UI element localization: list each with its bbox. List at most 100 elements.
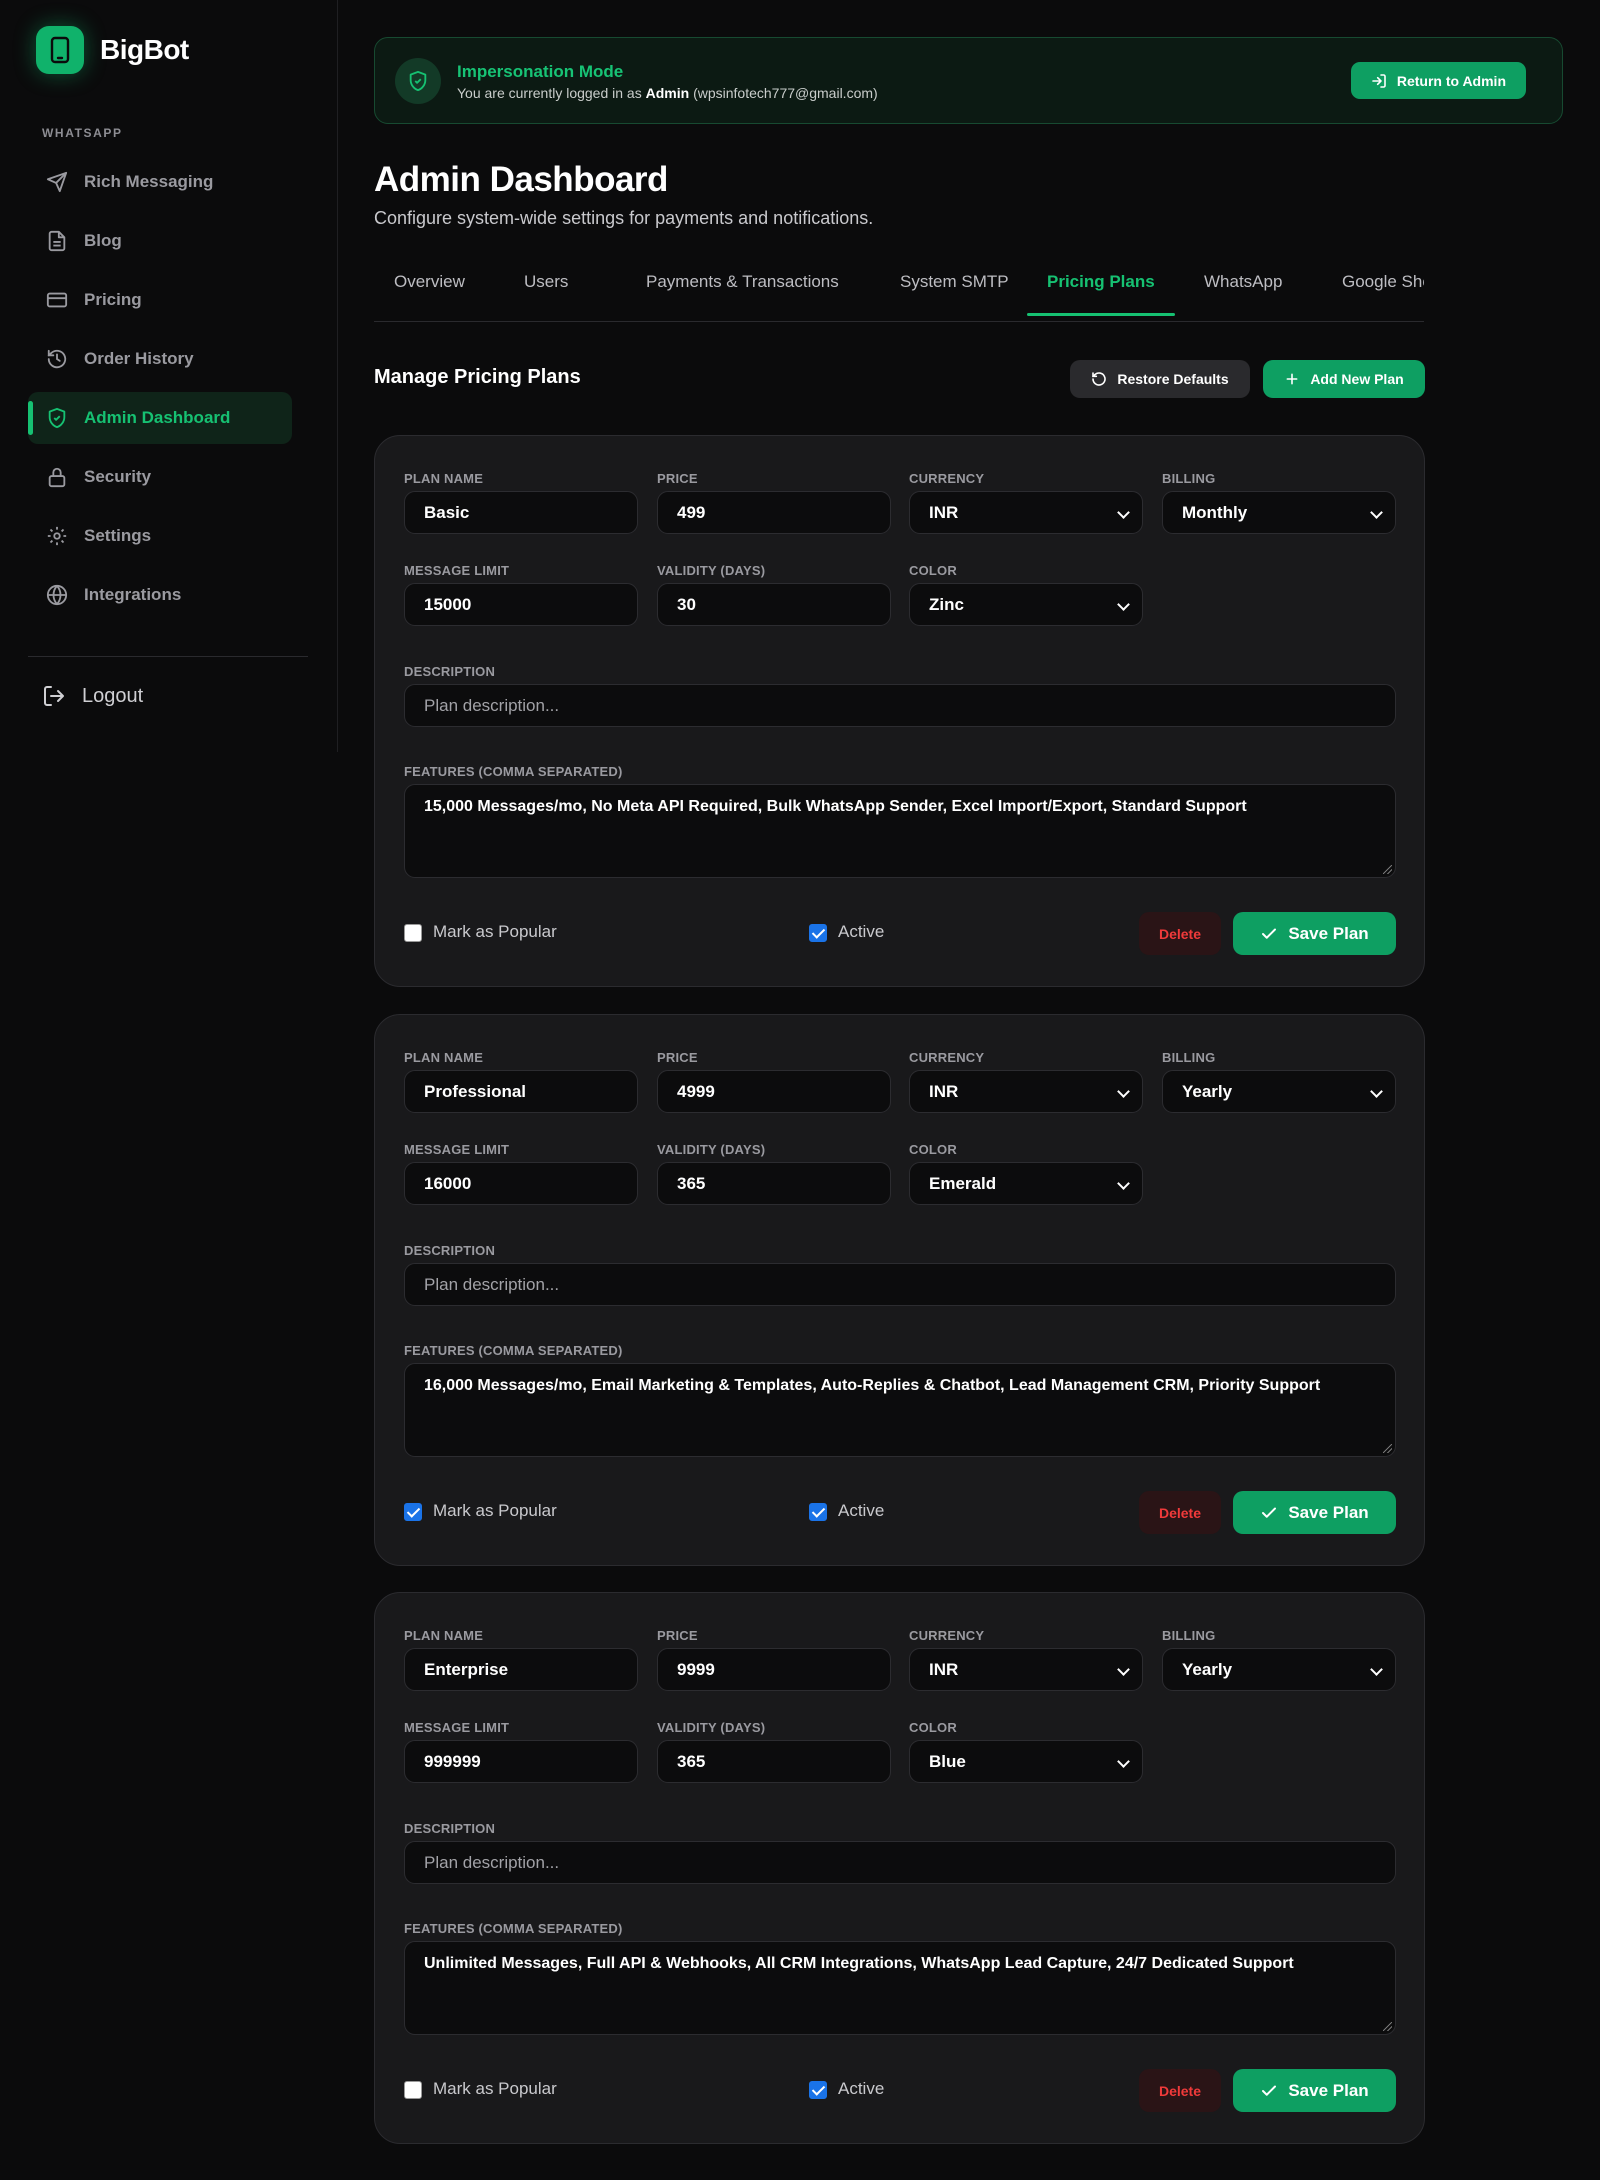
validity-input[interactable]: 365 — [657, 1740, 891, 1783]
sidebar-item-blog[interactable]: Blog — [28, 215, 292, 267]
popular-checkbox[interactable] — [404, 2081, 422, 2099]
resize-handle[interactable] — [1383, 2022, 1392, 2031]
save-plan-label: Save Plan — [1288, 923, 1369, 943]
validity-label: VALIDITY (DAYS) — [657, 1720, 766, 1735]
price-input[interactable]: 499 — [657, 491, 891, 534]
message-limit-input[interactable]: 15000 — [404, 583, 638, 626]
features-textarea[interactable]: Unlimited Messages, Full API & Webhooks,… — [404, 1941, 1396, 2035]
resize-handle[interactable] — [1383, 1444, 1392, 1453]
tab-whatsapp[interactable]: WhatsApp — [1184, 262, 1302, 321]
sidebar-item-rich-messaging[interactable]: Rich Messaging — [28, 156, 292, 208]
rotate-ccw-icon — [1092, 372, 1107, 386]
add-new-plan-button[interactable]: Add New Plan — [1263, 360, 1425, 398]
tab-users[interactable]: Users — [504, 262, 588, 321]
sidebar-nav: Rich Messaging Blog Pricing Order Histor… — [28, 156, 292, 628]
popular-checkbox[interactable] — [404, 924, 422, 942]
currency-label: CURRENCY — [909, 471, 985, 486]
plan-name-input[interactable]: Basic — [404, 491, 638, 534]
sidebar-section-label: WHATSAPP — [42, 126, 123, 140]
shield-check-icon — [395, 58, 441, 104]
plus-icon — [1286, 373, 1298, 385]
save-plan-button[interactable]: Save Plan — [1233, 912, 1396, 955]
price-input[interactable]: 9999 — [657, 1648, 891, 1691]
validity-input[interactable]: 30 — [657, 583, 891, 626]
plan-card-enterprise: PLAN NAME Enterprise PRICE 9999 CURRENCY… — [374, 1592, 1425, 2144]
billing-select[interactable]: Monthly — [1162, 491, 1396, 534]
price-input[interactable]: 4999 — [657, 1070, 891, 1113]
logout-button[interactable]: Logout — [42, 684, 143, 708]
plan-name-input[interactable]: Professional — [404, 1070, 638, 1113]
message-limit-label: MESSAGE LIMIT — [404, 1720, 510, 1735]
description-label: DESCRIPTION — [404, 1821, 496, 1836]
currency-select[interactable]: INR — [909, 1648, 1143, 1691]
restore-defaults-button[interactable]: Restore Defaults — [1070, 360, 1250, 398]
tab-payments-transactions[interactable]: Payments & Transactions — [626, 262, 859, 321]
tab-overview[interactable]: Overview — [374, 262, 485, 321]
description-input[interactable]: Plan description... — [404, 684, 1396, 727]
billing-label: BILLING — [1162, 471, 1216, 486]
features-textarea[interactable]: 15,000 Messages/mo, No Meta API Required… — [404, 784, 1396, 878]
plan-name-input[interactable]: Enterprise — [404, 1648, 638, 1691]
currency-select[interactable]: INR — [909, 491, 1143, 534]
description-input[interactable]: Plan description... — [404, 1841, 1396, 1884]
resize-handle[interactable] — [1383, 865, 1392, 874]
message-limit-input[interactable]: 16000 — [404, 1162, 638, 1205]
send-icon — [46, 171, 68, 193]
active-checkbox[interactable] — [809, 924, 827, 942]
active-checkbox[interactable] — [809, 2081, 827, 2099]
tab-google-sheets[interactable]: Google Sheets — [1322, 262, 1424, 321]
popular-label: Mark as Popular — [433, 1501, 557, 1520]
active-label: Active — [838, 2079, 885, 2098]
brand-name: BigBot — [100, 34, 189, 65]
impersonation-banner: Impersonation Mode You are currently log… — [374, 37, 1563, 124]
brand[interactable]: BigBot — [36, 26, 189, 74]
section-title: Manage Pricing Plans — [374, 366, 581, 388]
sidebar-item-admin-dashboard[interactable]: Admin Dashboard — [28, 392, 292, 444]
active-label: Active — [838, 922, 885, 941]
document-icon — [48, 230, 66, 252]
features-label: FEATURES (COMMA SEPARATED) — [404, 764, 623, 779]
delete-plan-button[interactable]: Delete — [1139, 2069, 1221, 2112]
currency-select[interactable]: INR — [909, 1070, 1143, 1113]
sidebar-item-label: Admin Dashboard — [84, 408, 231, 427]
sidebar-item-pricing[interactable]: Pricing — [28, 274, 292, 326]
popular-checkbox[interactable] — [404, 1503, 422, 1521]
plan-card-basic: PLAN NAME Basic PRICE 499 CURRENCY INR B… — [374, 435, 1425, 987]
billing-select[interactable]: Yearly — [1162, 1070, 1396, 1113]
sidebar-item-order-history[interactable]: Order History — [28, 333, 292, 385]
features-textarea[interactable]: 16,000 Messages/mo, Email Marketing & Te… — [404, 1363, 1396, 1457]
return-to-admin-button[interactable]: Return to Admin — [1350, 62, 1526, 99]
price-label: PRICE — [657, 1050, 698, 1065]
message-limit-input[interactable]: 999999 — [404, 1740, 638, 1783]
tab-bar: Overview Users Payments & Transactions S… — [374, 262, 1424, 322]
tab-pricing-plans[interactable]: Pricing Plans — [1027, 262, 1175, 321]
sidebar-item-settings[interactable]: Settings — [28, 510, 292, 562]
validity-label: VALIDITY (DAYS) — [657, 563, 766, 578]
delete-plan-button[interactable]: Delete — [1139, 912, 1221, 955]
logout-label: Logout — [82, 684, 144, 707]
active-checkbox[interactable] — [809, 1503, 827, 1521]
billing-label: BILLING — [1162, 1628, 1216, 1643]
description-input[interactable]: Plan description... — [404, 1263, 1396, 1306]
price-label: PRICE — [657, 471, 698, 486]
phone-icon — [36, 26, 84, 74]
delete-plan-button[interactable]: Delete — [1139, 1491, 1221, 1534]
tab-system-smtp[interactable]: System SMTP — [880, 262, 1029, 321]
validity-input[interactable]: 365 — [657, 1162, 891, 1205]
color-select[interactable]: Emerald — [909, 1162, 1143, 1205]
color-select[interactable]: Blue — [909, 1740, 1143, 1783]
save-plan-button[interactable]: Save Plan — [1233, 2069, 1396, 2112]
currency-label: CURRENCY — [909, 1628, 985, 1643]
features-label: FEATURES (COMMA SEPARATED) — [404, 1921, 623, 1936]
login-icon — [1372, 73, 1386, 88]
billing-label: BILLING — [1162, 1050, 1216, 1065]
banner-text: You are currently logged in as Admin (wp… — [457, 85, 878, 101]
features-text: 15,000 Messages/mo, No Meta API Required… — [424, 798, 1247, 815]
billing-select[interactable]: Yearly — [1162, 1648, 1396, 1691]
save-plan-button[interactable]: Save Plan — [1233, 1491, 1396, 1534]
check-icon — [1262, 1507, 1277, 1518]
sidebar-item-security[interactable]: Security — [28, 451, 292, 503]
plan-name-label: PLAN NAME — [404, 1050, 484, 1065]
sidebar-item-integrations[interactable]: Integrations — [28, 569, 292, 621]
color-select[interactable]: Zinc — [909, 583, 1143, 626]
